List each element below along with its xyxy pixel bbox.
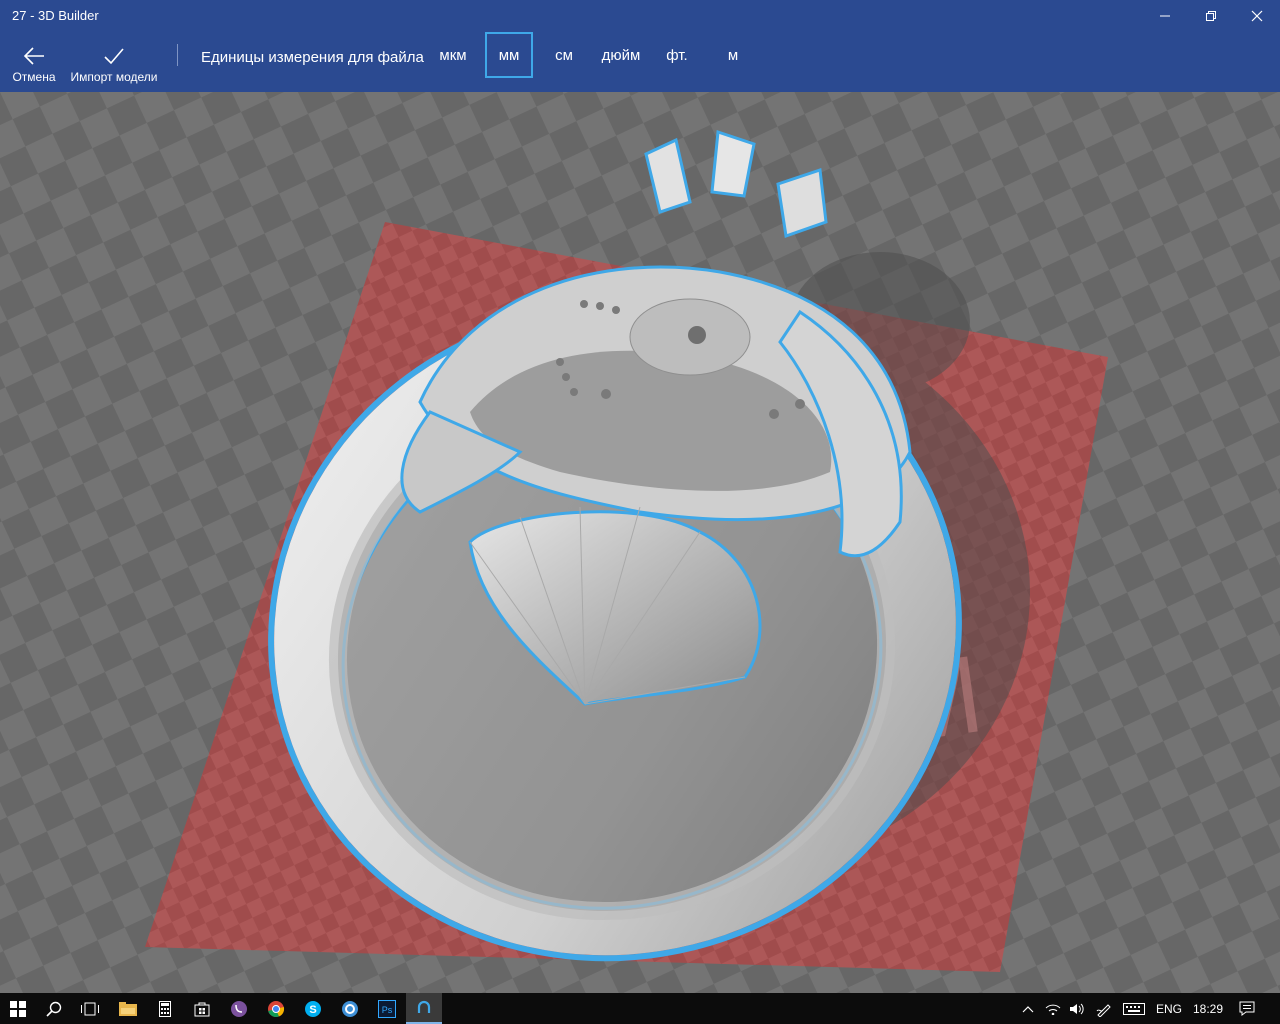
checkmark-icon [102, 32, 126, 66]
cancel-button[interactable]: Отмена [8, 32, 60, 92]
taskbar: S Ps ENG 18:29 [0, 993, 1280, 1024]
taskbar-viber[interactable] [221, 993, 257, 1024]
taskbar-store[interactable] [184, 993, 220, 1024]
import-model-button[interactable]: Импорт модели [66, 32, 162, 92]
3d-builder-icon [417, 1000, 431, 1013]
start-button[interactable] [0, 993, 36, 1024]
restore-icon [1206, 11, 1216, 21]
tray-volume[interactable] [1066, 993, 1088, 1024]
search-button[interactable] [36, 993, 72, 1024]
back-arrow-icon [22, 32, 46, 66]
tray-touch-keyboard[interactable] [1120, 993, 1148, 1024]
tray-expand-button[interactable] [1018, 993, 1038, 1024]
close-icon [1251, 10, 1263, 22]
taskbar-calculator[interactable] [147, 993, 183, 1024]
chrome-icon [268, 1000, 285, 1017]
svg-text:S: S [309, 1004, 316, 1016]
title-bar: 27 - 3D Builder [0, 0, 1280, 32]
wifi-icon [1045, 1004, 1061, 1015]
search-icon [46, 1001, 62, 1017]
calculator-icon [159, 1000, 171, 1017]
speaker-icon [1070, 1003, 1084, 1014]
viber-icon [231, 1000, 247, 1017]
unit-option-centimeter[interactable]: см [545, 32, 583, 78]
store-bag-icon [194, 1002, 210, 1016]
file-units-label: Единицы измерения для файла [201, 49, 424, 66]
unit-option-meter[interactable]: м [716, 32, 750, 78]
unit-option-foot[interactable]: фт. [657, 32, 697, 78]
window-title: 27 - 3D Builder [12, 8, 99, 23]
import-model-label: Импорт модели [70, 70, 158, 84]
tray-pen[interactable] [1092, 993, 1116, 1024]
taskbar-file-explorer[interactable] [110, 993, 146, 1024]
minimize-icon [1160, 15, 1170, 17]
notification-icon [1239, 1001, 1255, 1016]
svg-text:Ps: Ps [382, 1005, 393, 1015]
close-button[interactable] [1234, 0, 1280, 32]
minimize-button[interactable] [1142, 0, 1188, 32]
tray-network[interactable] [1042, 993, 1064, 1024]
restore-button[interactable] [1188, 0, 1234, 32]
chevron-up-icon [1022, 1005, 1034, 1012]
taskbar-skype[interactable]: S [295, 993, 331, 1024]
tray-language[interactable]: ENG [1152, 993, 1186, 1024]
unit-option-inch[interactable]: дюйм [594, 32, 648, 78]
pen-workspace-icon [1096, 1003, 1111, 1017]
command-bar: Отмена Импорт модели Единицы измерения д… [0, 32, 1280, 92]
folder-icon [119, 1001, 137, 1016]
action-center-button[interactable] [1232, 993, 1262, 1024]
cancel-label: Отмена [12, 70, 56, 84]
unit-option-millimeter[interactable]: мм [485, 32, 533, 78]
unit-option-micrometer[interactable]: мкм [432, 32, 474, 78]
tray-clock[interactable]: 18:29 [1190, 993, 1226, 1024]
task-view-button[interactable] [72, 993, 108, 1024]
taskbar-photoshop[interactable]: Ps [369, 993, 405, 1024]
toolbar-separator [177, 44, 178, 66]
app-circle-icon [342, 1000, 358, 1017]
windows-logo-icon [10, 1000, 26, 1017]
3d-viewport[interactable]: MM [0, 92, 1280, 993]
photoshop-icon: Ps [378, 999, 396, 1018]
keyboard-icon [1123, 1002, 1145, 1015]
taskbar-3d-builder[interactable] [406, 993, 442, 1024]
taskbar-app[interactable] [332, 993, 368, 1024]
task-view-icon [81, 1002, 99, 1015]
skype-icon: S [305, 1000, 321, 1017]
taskbar-chrome[interactable] [258, 993, 294, 1024]
